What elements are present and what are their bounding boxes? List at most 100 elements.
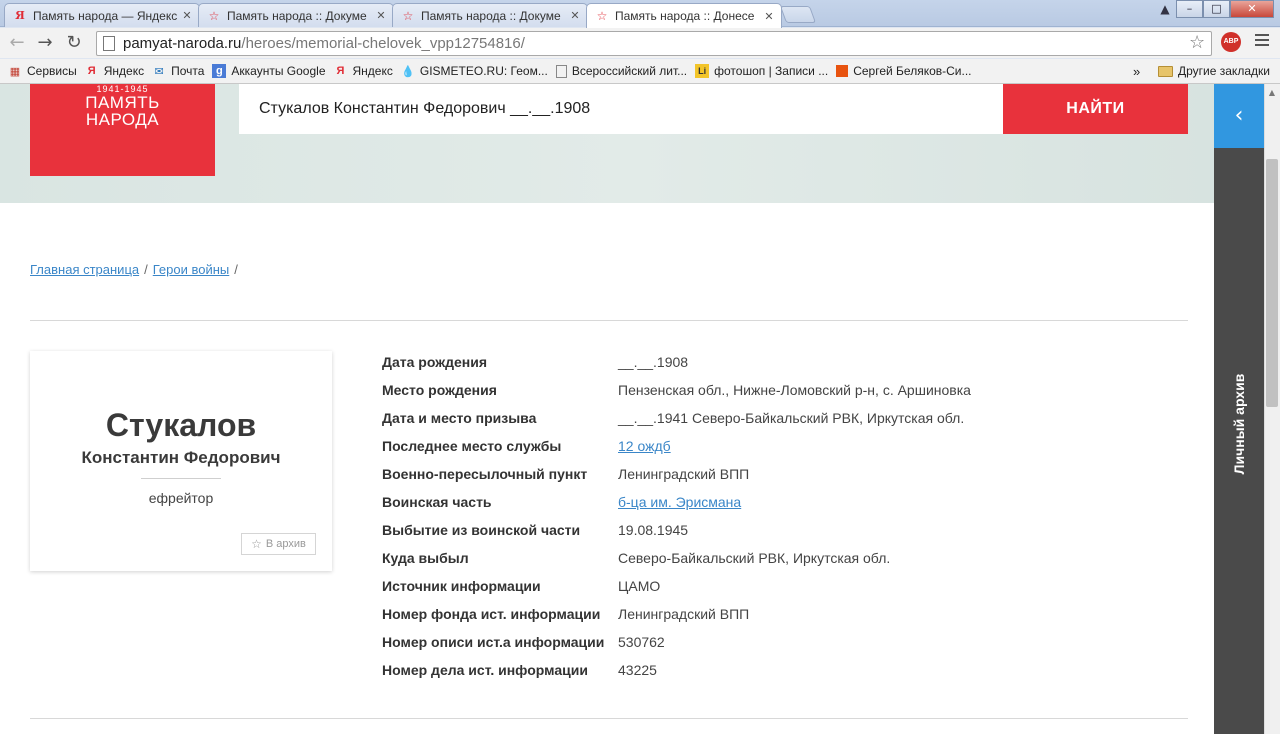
search-button[interactable]: НАЙТИ	[1003, 84, 1188, 134]
detail-label: Последнее место службы	[382, 438, 562, 454]
detail-value: Ленинградский ВПП	[618, 466, 750, 482]
bookmark-label: Всероссийский лит...	[571, 64, 688, 78]
detail-row: Номер фонда ист. информации Ленинградский…	[382, 600, 971, 628]
blogger-icon	[836, 65, 849, 77]
sidebar-toggle-button[interactable]: ‹	[1214, 84, 1264, 148]
logo-line-1: ПАМЯТЬ	[85, 93, 160, 112]
back-icon[interactable]: ←	[6, 32, 28, 54]
detail-label: Выбытие из воинской части	[382, 522, 581, 538]
bookmark-item[interactable]: Всероссийский лит...	[555, 64, 688, 78]
bookmark-label: Почта	[171, 64, 205, 78]
detail-row: Дата и место призыва __.__.1941 Северо-Ба…	[382, 404, 971, 432]
new-tab-button[interactable]	[779, 6, 817, 23]
archive-button-label: В архив	[265, 538, 306, 550]
site-header: 1941-1945 ПАМЯТЬ НАРОДА НАЙТИ	[0, 84, 1264, 203]
tab-close-icon[interactable]: ✕	[375, 9, 387, 22]
scrollbar-thumb[interactable]	[1266, 159, 1278, 407]
bookmark-star-icon[interactable]: ☆	[1189, 32, 1205, 53]
bookmark-item[interactable]: Li фотошоп | Записи ...	[695, 64, 828, 78]
detail-row: Источник информации ЦАМО	[382, 572, 971, 600]
detail-label: Воинская часть	[382, 494, 492, 510]
page-viewport: 1941-1945 ПАМЯТЬ НАРОДА НАЙТИ Главная ст…	[0, 84, 1264, 734]
star-icon: ☆	[208, 8, 220, 23]
browser-tab[interactable]: ☆ Память народа :: Докуме ✕	[198, 3, 394, 27]
person-surname: Стукалов	[105, 407, 257, 443]
google-icon: g	[212, 64, 227, 78]
detail-label: Дата и место призыва	[382, 410, 537, 426]
minimize-button[interactable]: –	[1176, 0, 1203, 18]
detail-value: Северо-Байкальский РВК, Иркутская обл.	[618, 550, 891, 566]
bookmarks-overflow-icon[interactable]: »	[1133, 64, 1140, 79]
page-icon	[103, 36, 115, 51]
bookmark-label: Сергей Беляков-Си...	[853, 64, 972, 78]
detail-row: Куда выбыл Северо-Байкальский РВК, Иркутс…	[382, 544, 971, 572]
bookmark-label: Яндекс	[352, 64, 393, 78]
star-icon: ☆	[251, 537, 262, 551]
breadcrumb-home-link[interactable]: Главная страница	[30, 262, 139, 277]
detail-row: Военно-пересылочный пункт Ленинградский В…	[382, 460, 971, 488]
tab-close-icon[interactable]: ✕	[181, 9, 193, 22]
yandex-icon: Я	[15, 9, 25, 22]
tab-title: Память народа :: Донесе	[615, 9, 755, 23]
forward-icon[interactable]: →	[34, 32, 56, 54]
bookmark-item[interactable]: Я Яндекс	[334, 64, 393, 78]
detail-value: 19.08.1945	[618, 522, 689, 538]
bookmark-item[interactable]: ▦ Сервисы	[8, 64, 77, 78]
browser-tab[interactable]: Я Память народа — Яндекс ✕	[4, 3, 200, 27]
bookmark-item[interactable]: Сергей Беляков-Си...	[836, 64, 972, 78]
tab-title: Память народа :: Докуме	[227, 8, 367, 23]
detail-label: Дата рождения	[382, 354, 488, 370]
bookmark-item[interactable]: Я Яндекс	[85, 64, 144, 78]
tab-close-icon[interactable]: ✕	[763, 10, 775, 23]
site-logo[interactable]: 1941-1945 ПАМЯТЬ НАРОДА	[30, 84, 215, 176]
bookmark-label: Сервисы	[27, 64, 77, 78]
add-to-archive-button[interactable]: ☆ В архив	[241, 533, 316, 555]
browser-toolbar: ← → ↻ pamyat-naroda.ru/heroes/memorial-c…	[0, 28, 1280, 58]
bookmark-label: Яндекс	[103, 64, 145, 78]
section-divider	[30, 718, 1188, 719]
search-box	[239, 84, 1003, 134]
bookmark-label: Аккаунты Google	[231, 64, 326, 78]
adblock-icon[interactable]: ABP	[1221, 32, 1241, 52]
detail-row: Воинская часть б-ца им. Эрисмана	[382, 488, 971, 516]
detail-value-link[interactable]: 12 ождб	[618, 438, 671, 454]
address-bar[interactable]: pamyat-naroda.ru/heroes/memorial-chelove…	[96, 31, 1212, 56]
url-host: pamyat-naroda.ru	[123, 35, 242, 52]
breadcrumb: Главная страница / Герои войны /	[30, 262, 243, 277]
detail-label: Военно-пересылочный пункт	[382, 466, 588, 482]
yandex-icon: Я	[87, 65, 96, 77]
reload-icon[interactable]: ↻	[63, 32, 85, 54]
maximize-button[interactable]: □	[1203, 0, 1230, 18]
close-window-button[interactable]: ✕	[1230, 0, 1274, 18]
user-icon[interactable]: ▲	[1154, 0, 1176, 18]
detail-value: Ленинградский ВПП	[618, 606, 750, 622]
bookmark-item[interactable]: ✉ Почта	[152, 64, 204, 78]
person-details: Дата рождения __.__.1908 Место рождения Пен…	[382, 348, 971, 684]
menu-icon[interactable]	[1255, 34, 1269, 49]
person-card: Стукалов Константин Федорович ефрейтор ☆…	[30, 351, 332, 571]
bookmark-label: GISMETEO.RU: Геом...	[419, 64, 548, 78]
detail-value-link[interactable]: б-ца им. Эрисмана	[618, 494, 741, 510]
browser-tab-active[interactable]: ☆ Память народа :: Донесе ✕	[586, 3, 782, 28]
other-bookmarks-folder[interactable]: Другие закладки	[1158, 64, 1270, 78]
bookmark-item[interactable]: 💧 GISMETEO.RU: Геом...	[401, 64, 548, 78]
other-bookmarks-label: Другие закладки	[1178, 64, 1270, 78]
bookmark-label: фотошоп | Записи ...	[714, 64, 829, 78]
browser-tab[interactable]: ☆ Память народа :: Докуме ✕	[392, 3, 588, 27]
bookmark-item[interactable]: g Аккаунты Google	[212, 64, 326, 78]
detail-value: __.__.1941 Северо-Байкальский РВК, Иркут…	[618, 410, 965, 426]
breadcrumb-heroes-link[interactable]: Герои войны	[153, 262, 230, 277]
logo-line-2: НАРОДА	[85, 110, 160, 129]
card-divider	[141, 478, 221, 479]
chevron-left-icon: ‹	[1234, 103, 1244, 128]
url-path: /heroes/memorial-chelovek_vpp12754816/	[241, 35, 525, 52]
detail-row: Последнее место службы 12 ождб	[382, 432, 971, 460]
search-input[interactable]	[239, 84, 1003, 134]
person-rank: ефрейтор	[148, 490, 214, 506]
scroll-up-icon[interactable]: ▲	[1264, 88, 1280, 97]
personal-archive-label: Личный архив	[1231, 373, 1247, 475]
tab-close-icon[interactable]: ✕	[569, 9, 581, 22]
folder-icon	[1158, 65, 1173, 77]
weather-drop-icon: 💧	[401, 65, 415, 78]
breadcrumb-separator: /	[234, 262, 238, 277]
